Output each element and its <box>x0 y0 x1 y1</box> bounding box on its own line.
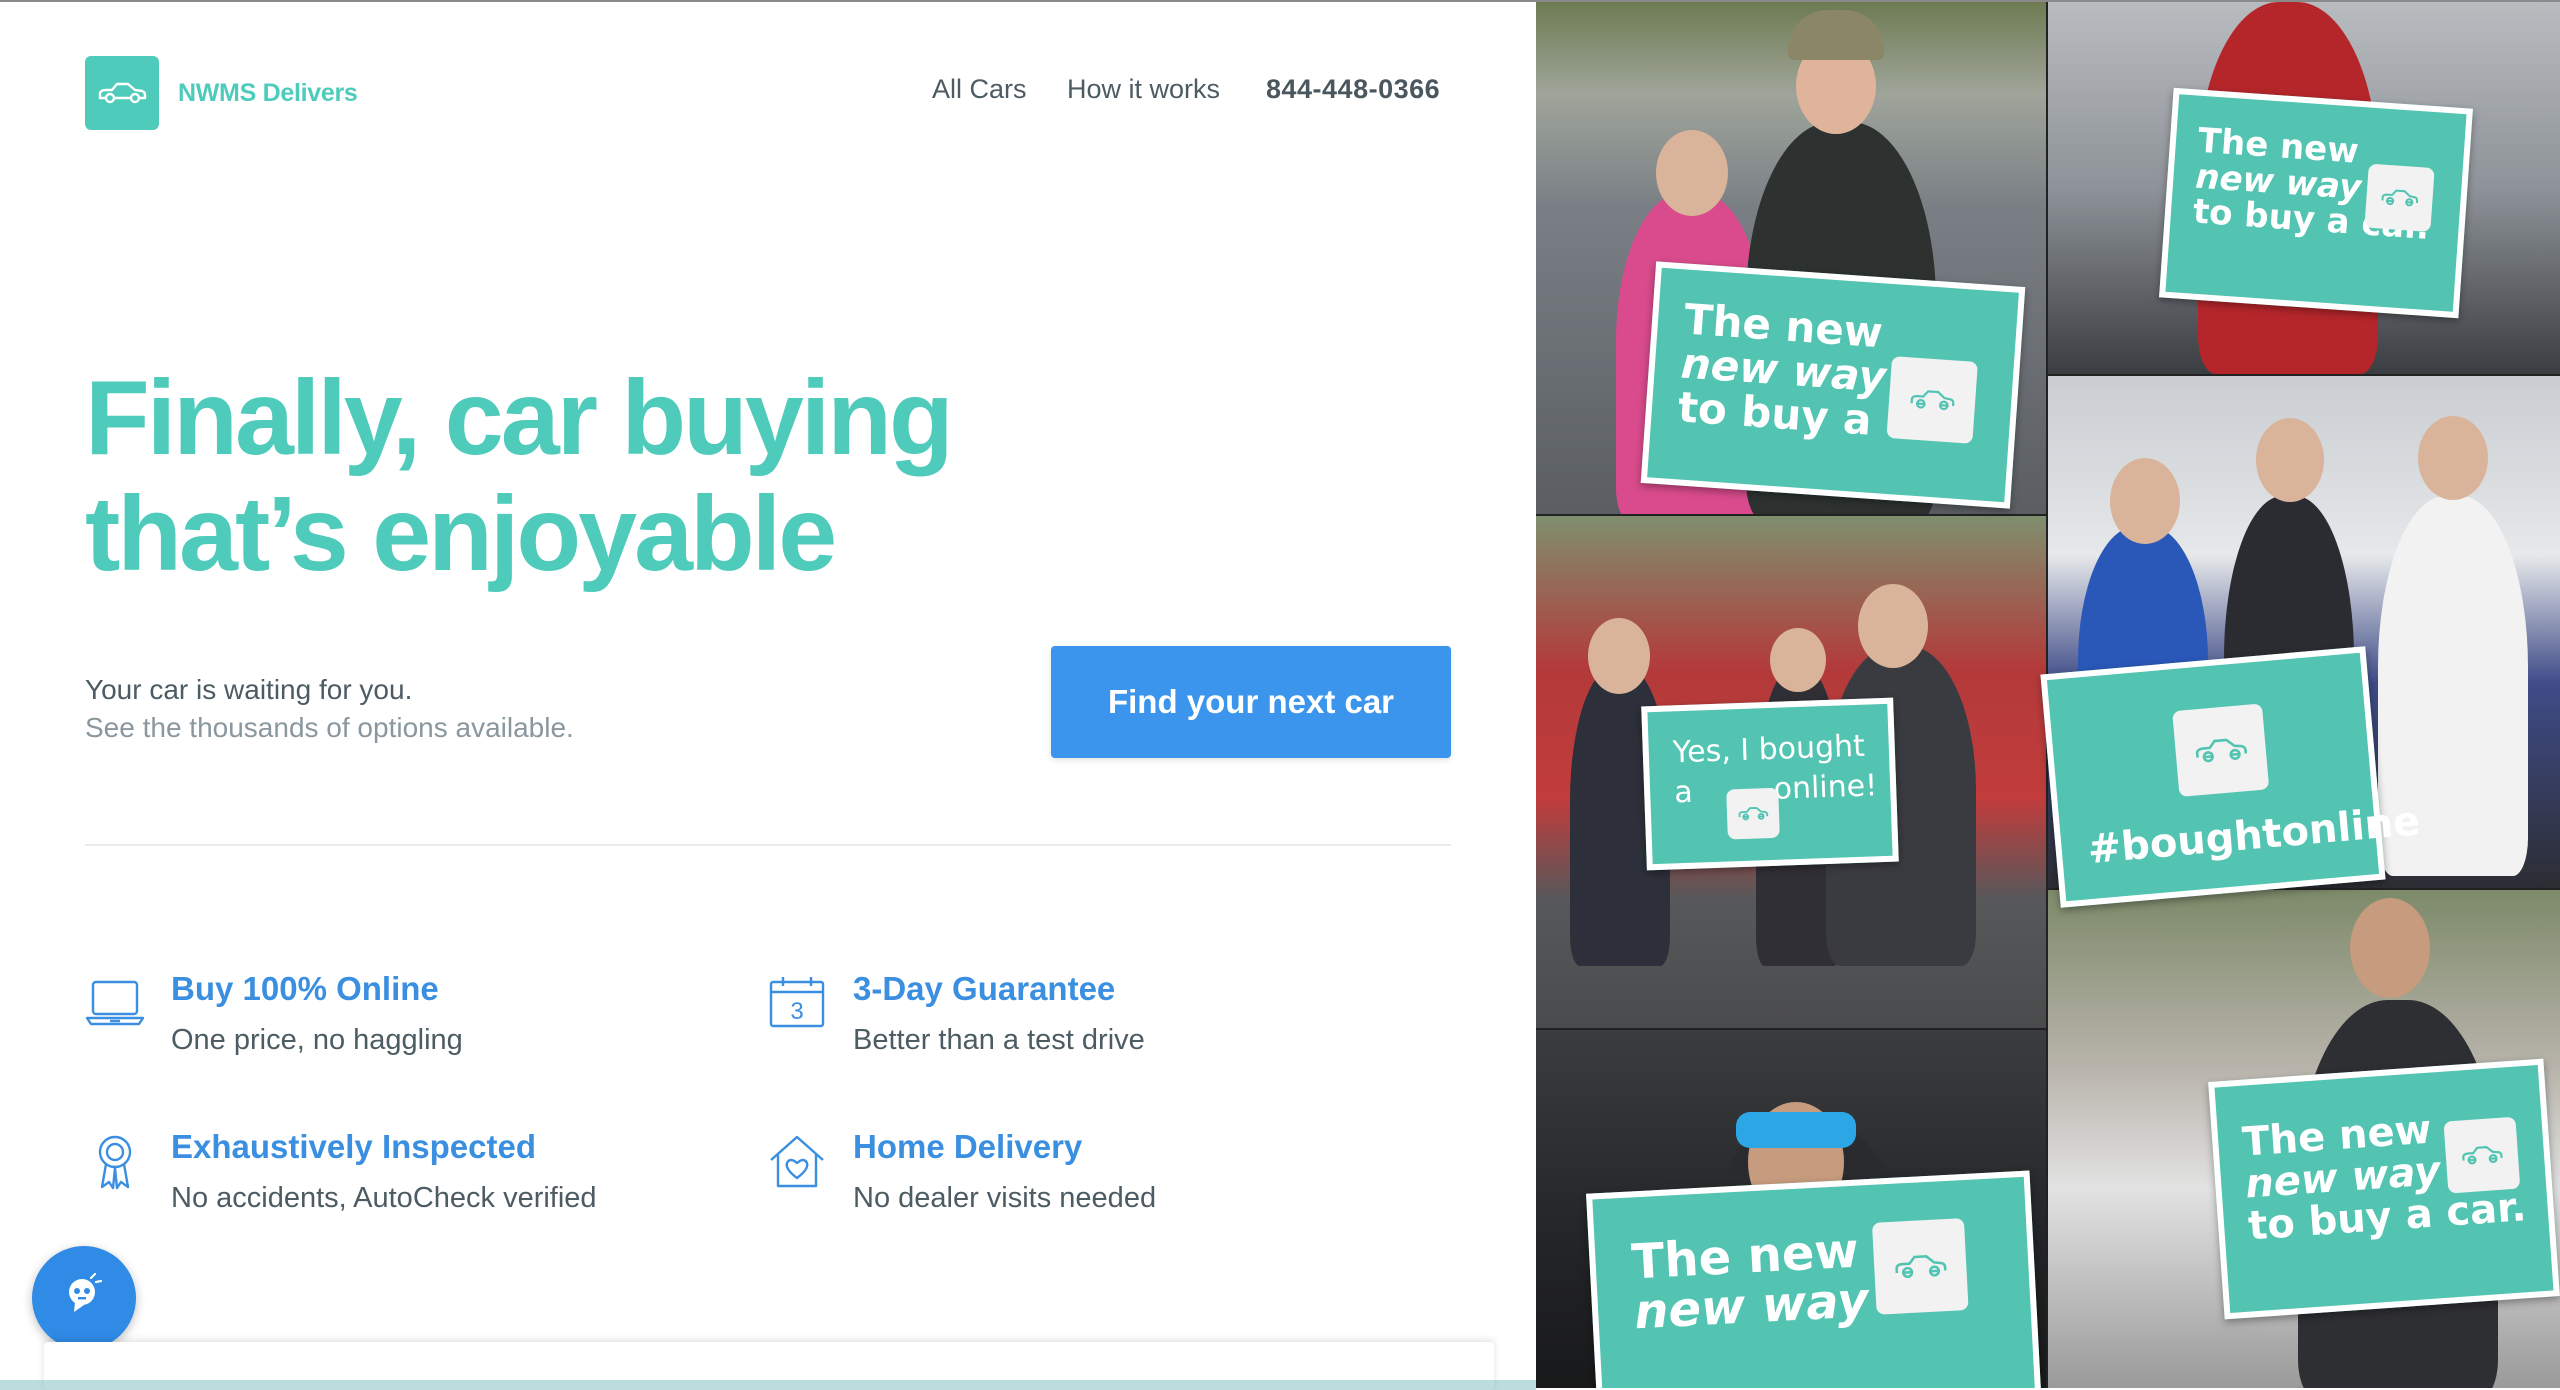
next-section-strip <box>0 1380 1536 1390</box>
hero-subtitle-secondary: See the thousands of options available. <box>85 712 574 743</box>
calendar-icon: 3 <box>767 974 827 1030</box>
sign-word: online! <box>1773 767 1878 807</box>
find-next-car-button[interactable]: Find your next car <box>1051 646 1451 758</box>
sign-bought-online: Yes, I bought a online! <box>1641 697 1899 871</box>
brand-name: NWMS Delivers <box>178 78 358 107</box>
car-icon <box>2364 163 2435 233</box>
chat-assistant-icon <box>60 1272 108 1325</box>
hero-title-line-2: that’s enjoyable <box>85 475 837 593</box>
car-icon <box>2443 1116 2521 1194</box>
hero-title: Finally, car buying that’s enjoyable <box>85 360 1085 592</box>
brand-logo-link[interactable]: NWMS Delivers <box>85 56 358 130</box>
feature-title: Home Delivery <box>853 1128 1083 1165</box>
laptop-icon <box>85 974 145 1030</box>
feature-title: 3-Day Guarantee <box>853 970 1116 1007</box>
hashtag-text: #boughtonline <box>2085 798 2422 874</box>
ribbon-icon <box>85 1132 145 1190</box>
feature-title: Exhaustively Inspected <box>171 1128 536 1165</box>
car-logo-icon <box>85 56 159 130</box>
hero-title-line-1: Finally, car buying <box>85 359 954 477</box>
sign-new-way-1: The new new way to buy a car. <box>1640 261 2026 509</box>
feature-description: No dealer visits needed <box>853 1182 1157 1214</box>
nav-all-cars-link[interactable]: All Cars <box>932 74 1027 105</box>
customer-photo-collage: The new new way to buy a car. The new ne… <box>1536 2 2560 1388</box>
feature-description: Better than a test drive <box>853 1024 1145 1056</box>
nav-how-it-works-link[interactable]: How it works <box>1067 74 1220 105</box>
car-icon <box>1886 356 1978 444</box>
sign-word: a <box>1673 774 1694 810</box>
car-icon <box>2172 703 2270 797</box>
feature-description: One price, no haggling <box>171 1024 463 1056</box>
feature-description: No accidents, AutoCheck verified <box>171 1182 597 1214</box>
section-divider <box>85 844 1451 846</box>
car-icon <box>1871 1218 1969 1315</box>
sign-new-way-4: The new new way to buy a car. <box>2208 1058 2560 1320</box>
sign-hashtag: #boughtonline <box>2040 646 2422 908</box>
sign-new-way-3: The new new way <box>1586 1170 2042 1388</box>
nav-phone-link[interactable]: 844-448-0366 <box>1266 74 1440 105</box>
car-icon <box>1726 787 1780 840</box>
hero-subtitle: Your car is waiting for you. <box>85 674 413 705</box>
hero-panel: NWMS Delivers All Cars How it works 844-… <box>0 2 1536 1390</box>
calendar-number: 3 <box>790 998 803 1025</box>
house-heart-icon <box>767 1132 827 1188</box>
chat-widget-button[interactable] <box>32 1246 136 1350</box>
feature-title: Buy 100% Online <box>171 970 439 1007</box>
sign-line: Yes, I bought <box>1672 728 1866 771</box>
sign-new-way-2: The new new way to buy a car. <box>2159 87 2473 319</box>
